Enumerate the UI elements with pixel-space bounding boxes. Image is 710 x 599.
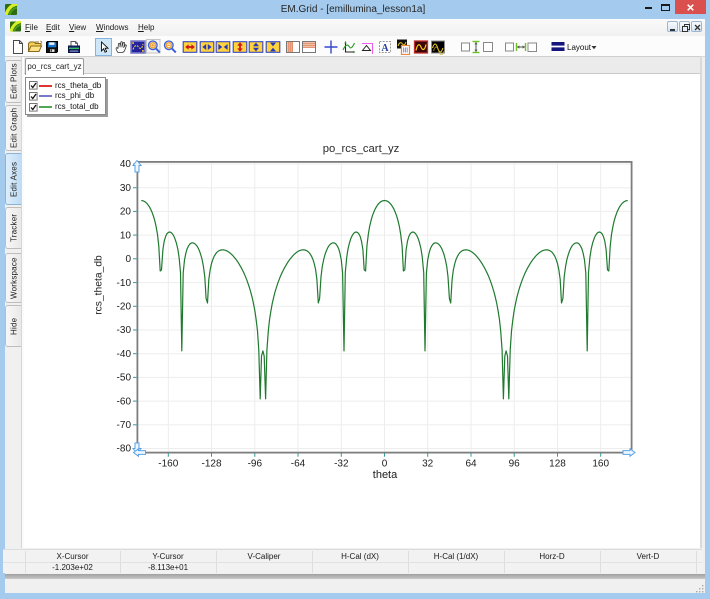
svg-text:A: A [381, 43, 389, 54]
svg-text:0: 0 [125, 254, 131, 265]
svg-text:-20: -20 [117, 302, 132, 313]
svg-text:-10: -10 [117, 278, 132, 289]
svg-text:30: 30 [120, 183, 132, 194]
svg-text:theta: theta [373, 469, 398, 481]
svg-text:96: 96 [509, 459, 521, 470]
svg-text:-128: -128 [201, 459, 221, 470]
svg-text:40: 40 [120, 159, 132, 170]
svg-text:32: 32 [422, 459, 434, 470]
svg-text:-50: -50 [117, 373, 132, 384]
svg-text:0: 0 [382, 459, 388, 470]
svg-text:160: 160 [592, 459, 609, 470]
svg-text:128: 128 [549, 459, 566, 470]
svg-text:-160: -160 [158, 459, 178, 470]
svg-text:-60: -60 [117, 396, 132, 407]
svg-text:-80: -80 [117, 444, 132, 455]
svg-text:10: 10 [120, 230, 132, 241]
svg-text:-30: -30 [117, 325, 132, 336]
svg-text:po_rcs_cart_yz: po_rcs_cart_yz [323, 143, 400, 155]
svg-text:-32: -32 [334, 459, 349, 470]
svg-text:64: 64 [465, 459, 477, 470]
svg-text:20: 20 [120, 207, 132, 218]
svg-text:-40: -40 [117, 349, 132, 360]
svg-text:-70: -70 [117, 420, 132, 431]
svg-text:rcs_theta_db: rcs_theta_db [94, 255, 105, 315]
svg-text:-64: -64 [291, 459, 306, 470]
svg-text:-96: -96 [248, 459, 263, 470]
